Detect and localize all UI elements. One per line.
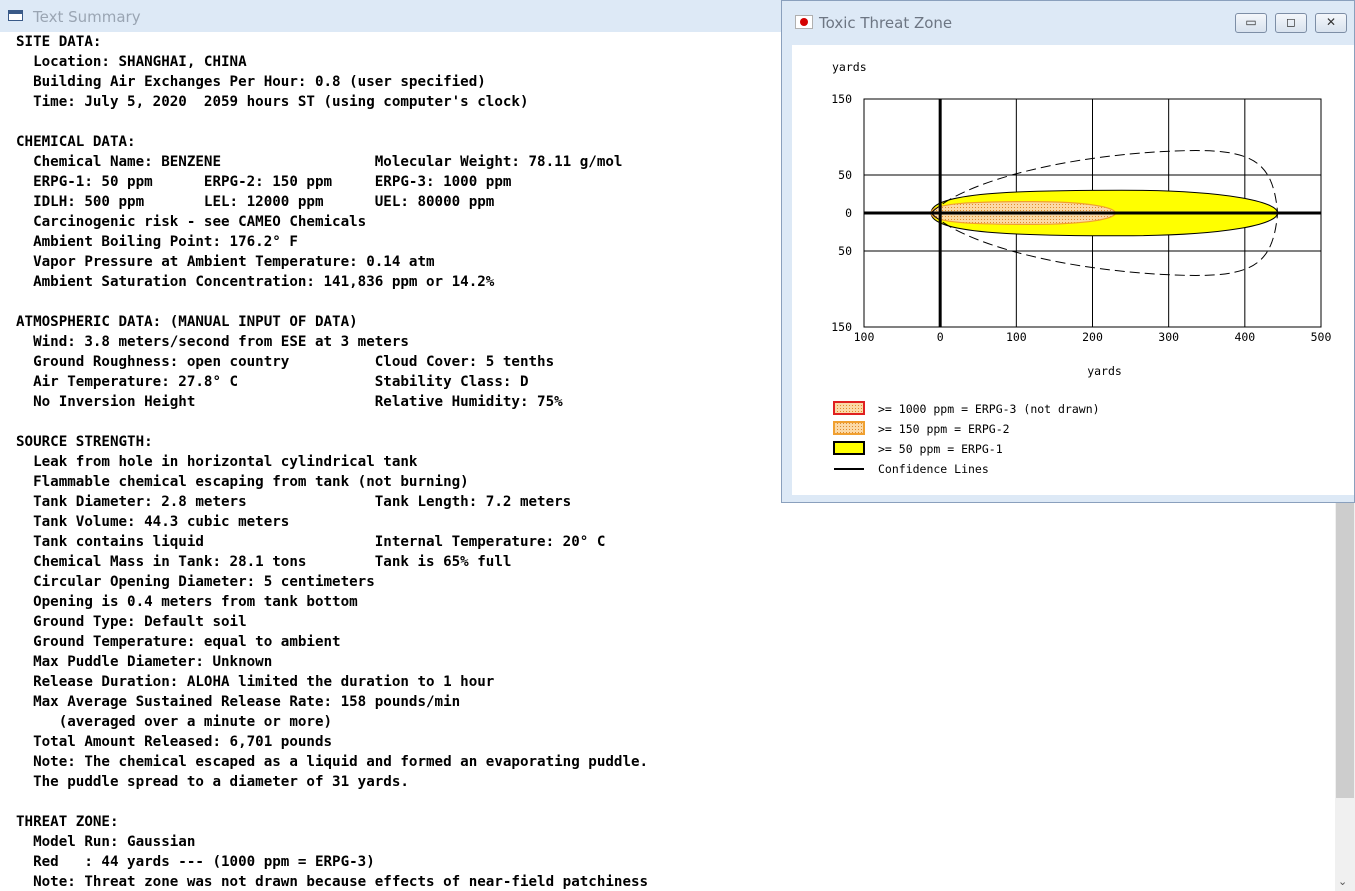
x-tick-label: 0 <box>937 330 944 344</box>
toxic-threat-zone-window[interactable]: Toxic Threat Zone ▭ ◻ ✕ yards yards 150 50 0… <box>781 0 1355 503</box>
summary-line: Carcinogenic risk - see CAMEO Chemicals <box>16 214 367 230</box>
x-tick-label: 300 <box>1158 330 1179 344</box>
legend-swatch-erpg3 <box>833 401 865 415</box>
summary-line: Ground Temperature: equal to ambient <box>16 634 341 650</box>
threat-zone-chart: yardsyards15050050150100 0 100 200 300 400 500… <box>831 60 1332 476</box>
summary-line: ATMOSPHERIC DATA: (MANUAL INPUT OF DATA) <box>16 314 358 330</box>
legend-swatch-erpg2 <box>833 421 865 435</box>
summary-line: Max Average Sustained Release Rate: 158 … <box>16 694 461 710</box>
x-tick-label: 500 <box>1311 330 1332 344</box>
close-icon: ✕ <box>1325 15 1337 29</box>
summary-line: Ground Type: Default soil <box>16 614 247 630</box>
summary-line: CHEMICAL DATA: <box>16 134 136 150</box>
summary-line: Building Air Exchanges Per Hour: 0.8 (us… <box>16 74 486 90</box>
y-tick-label: 150 <box>831 320 852 334</box>
y-tick-label: 0 <box>845 206 852 220</box>
legend-label: >= 1000 ppm = ERPG-3 (not drawn) <box>878 402 1100 416</box>
x-tick-label: 400 <box>1234 330 1255 344</box>
summary-line: Ambient Saturation Concentration: 141,83… <box>16 274 495 290</box>
legend-label: >= 150 ppm = ERPG-2 <box>878 422 1010 436</box>
summary-line: Tank Volume: 44.3 cubic meters <box>16 514 290 530</box>
summary-line: Opening is 0.4 meters from tank bottom <box>16 594 358 610</box>
minimize-icon: ▭ <box>1245 15 1257 29</box>
y-tick-label: 50 <box>838 168 852 182</box>
summary-line: Chemical Name: BENZENE Molecular Weight:… <box>16 154 623 170</box>
y-tick-label: 150 <box>831 92 852 106</box>
summary-line: Location: SHANGHAI, CHINA <box>16 54 247 70</box>
summary-line: Wind: 3.8 meters/second from ESE at 3 me… <box>16 334 409 350</box>
summary-line: Note: Threat zone was not drawn because … <box>16 874 649 890</box>
window-title: Toxic Threat Zone <box>819 14 953 32</box>
y-axis-label: yards <box>832 60 867 74</box>
x-tick-label: 100 <box>1006 330 1027 344</box>
summary-line: Red : 44 yards --- (1000 ppm = ERPG-3) <box>16 854 375 870</box>
scroll-down-arrow-icon[interactable]: ⌄ <box>1338 876 1347 888</box>
summary-line: Vapor Pressure at Ambient Temperature: 0… <box>16 254 435 270</box>
summary-line: IDLH: 500 ppm LEL: 12000 ppm UEL: 80000 … <box>16 194 495 210</box>
summary-line: No Inversion Height Relative Humidity: 7… <box>16 394 563 410</box>
maximize-icon: ◻ <box>1286 15 1296 29</box>
close-button[interactable]: ✕ <box>1315 13 1347 33</box>
legend-label: >= 50 ppm = ERPG-1 <box>878 442 1003 456</box>
summary-line: Time: July 5, 2020 2059 hours ST (using … <box>16 94 529 110</box>
summary-line: Ground Roughness: open country Cloud Cov… <box>16 354 555 370</box>
summary-line: Leak from hole in horizontal cylindrical… <box>16 454 418 470</box>
summary-line: Total Amount Released: 6,701 pounds <box>16 734 333 750</box>
window-icon <box>8 10 23 21</box>
threat-zone-titlebar[interactable]: Toxic Threat Zone ▭ ◻ ✕ <box>782 1 1354 45</box>
x-tick-label: 100 <box>854 330 875 344</box>
legend-label: Confidence Lines <box>878 462 989 476</box>
scrollbar-thumb[interactable] <box>1336 500 1354 798</box>
x-tick-label: 200 <box>1082 330 1103 344</box>
maximize-button[interactable]: ◻ <box>1275 13 1307 33</box>
summary-line: Tank Diameter: 2.8 meters Tank Length: 7… <box>16 494 572 510</box>
legend-swatch-erpg1 <box>833 441 865 455</box>
summary-line: Ambient Boiling Point: 176.2° F <box>16 234 298 250</box>
summary-line: Flammable chemical escaping from tank (n… <box>16 474 469 490</box>
threat-zone-icon <box>795 15 813 29</box>
summary-line: (averaged over a minute or more) <box>16 714 333 730</box>
summary-line: Air Temperature: 27.8° C Stability Class… <box>16 374 529 390</box>
summary-line: SITE DATA: <box>16 34 102 50</box>
summary-line: Max Puddle Diameter: Unknown <box>16 654 273 670</box>
summary-line: Tank contains liquid Internal Temperatur… <box>16 534 606 550</box>
summary-line: Model Run: Gaussian <box>16 834 196 850</box>
minimize-button[interactable]: ▭ <box>1235 13 1267 33</box>
summary-line: Note: The chemical escaped as a liquid a… <box>16 754 649 770</box>
summary-line: SOURCE STRENGTH: <box>16 434 153 450</box>
summary-line: Circular Opening Diameter: 5 centimeters <box>16 574 375 590</box>
summary-line: Chemical Mass in Tank: 28.1 tons Tank is… <box>16 554 512 570</box>
window-title: Text Summary <box>33 8 141 26</box>
summary-line: ERPG-1: 50 ppm ERPG-2: 150 ppm ERPG-3: 1… <box>16 174 512 190</box>
y-tick-label: 50 <box>838 244 852 258</box>
threat-zone-plot-area: yards yards 150 50 0 50 150 100 0 100 200 300 400 500… <box>792 45 1354 495</box>
summary-line: The puddle spread to a diameter of 31 ya… <box>16 774 409 790</box>
summary-line: THREAT ZONE: <box>16 814 119 830</box>
summary-line: Release Duration: ALOHA limited the dura… <box>16 674 495 690</box>
x-axis-label: yards <box>1087 364 1122 378</box>
